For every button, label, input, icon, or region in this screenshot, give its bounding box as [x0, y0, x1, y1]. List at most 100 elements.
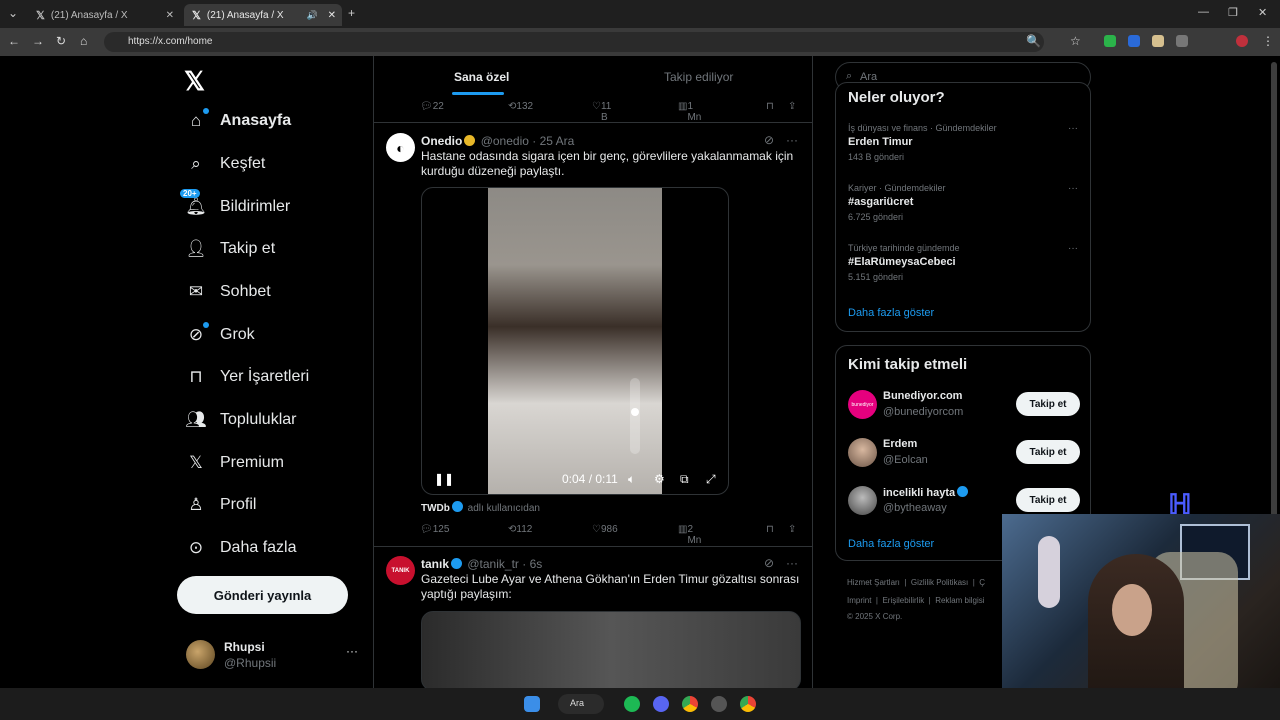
sidebar-item-follow[interactable]: 👤︎ Takip et: [184, 234, 275, 264]
follow-suggestion[interactable]: Erdem @Eolcan Takip et: [848, 436, 1080, 468]
trend-item[interactable]: İş dünyası ve finans · Gündemdekiler Erd…: [848, 123, 1078, 162]
tab-for-you[interactable]: Sana özel: [454, 70, 509, 84]
post-button[interactable]: Gönderi yayınla: [177, 576, 348, 614]
sidebar-item-explore[interactable]: ⌕ Keşfet: [184, 149, 265, 179]
share-icon[interactable]: ⇪: [788, 101, 796, 112]
extension-icon[interactable]: [1128, 35, 1140, 47]
share-icon[interactable]: ⇪: [788, 524, 796, 535]
bookmark-icon[interactable]: ⊓: [766, 101, 774, 112]
chrome-icon[interactable]: [682, 696, 698, 712]
fullscreen-icon[interactable]: ⤢: [706, 472, 716, 487]
ad-info-link[interactable]: Reklam bilgisi: [935, 596, 984, 605]
author-handle[interactable]: @onedio: [481, 134, 529, 148]
volume-icon[interactable]: 🔈︎: [628, 472, 635, 487]
bookmark-star-icon[interactable]: ☆: [1070, 34, 1081, 48]
browser-menu-icon[interactable]: ⋮: [1262, 34, 1274, 48]
show-more-suggestions-link[interactable]: Daha fazla göster: [848, 538, 934, 550]
privacy-link[interactable]: Gizlilik Politikası: [911, 578, 968, 587]
avatar[interactable]: TANIK: [386, 556, 415, 585]
settings-gear-icon[interactable]: ⚙: [654, 472, 665, 486]
zoom-icon[interactable]: 🔍: [1026, 34, 1041, 48]
profile-avatar-icon[interactable]: [1236, 35, 1248, 47]
more-icon[interactable]: ···: [786, 556, 798, 570]
back-icon[interactable]: ←: [8, 34, 20, 48]
more-icon[interactable]: ···: [1068, 183, 1078, 194]
tweet-time[interactable]: 25 Ara: [540, 134, 575, 148]
home-button-icon[interactable]: ⌂: [80, 34, 87, 48]
tweet-image[interactable]: [421, 611, 801, 688]
tab-list-icon[interactable]: ⌄: [8, 6, 18, 20]
grok-icon[interactable]: ⊘: [764, 133, 774, 147]
browser-tab-1[interactable]: 𝕏 (21) Anasayfa / X ✕: [28, 4, 180, 26]
views-button[interactable]: ▥ 2 Mn: [678, 524, 701, 546]
trend-item[interactable]: Kariyer · Gündemdekiler #asgariücret 6.7…: [848, 183, 1078, 222]
tab-following[interactable]: Takip ediliyor: [664, 70, 733, 84]
reply-button[interactable]: 💬︎ 125: [420, 524, 449, 535]
spotify-icon[interactable]: [624, 696, 640, 712]
accessibility-link[interactable]: Erişilebilirlik: [882, 596, 924, 605]
sidebar-item-profile[interactable]: ♙ Profil: [184, 490, 256, 520]
sidebar-item-bookmarks[interactable]: ⊓ Yer İşaretleri: [184, 362, 309, 392]
new-tab-icon[interactable]: +: [348, 6, 355, 20]
follow-suggestion[interactable]: bunediyor Bunediyor.com @bunediyorcom Ta…: [848, 388, 1080, 420]
chrome-icon[interactable]: [740, 696, 756, 712]
grok-icon[interactable]: ⊘: [764, 556, 774, 570]
views-button[interactable]: ▥ 1 Mn: [678, 101, 701, 123]
terms-link[interactable]: Hizmet Şartları: [847, 578, 900, 587]
author-name[interactable]: tanık: [421, 557, 449, 571]
more-icon[interactable]: ···: [1068, 123, 1078, 134]
sidebar-item-grok[interactable]: ⊘ Grok: [184, 320, 255, 350]
minimize-icon[interactable]: —: [1198, 6, 1209, 18]
speaker-icon[interactable]: 🔊: [307, 10, 318, 21]
cookie-link[interactable]: Ç: [979, 578, 985, 587]
close-tab-icon[interactable]: ✕: [166, 10, 174, 21]
maximize-icon[interactable]: ❐: [1228, 6, 1238, 19]
like-button[interactable]: ♡ 986: [592, 524, 618, 535]
repost-button[interactable]: ⟲ 112: [508, 524, 532, 535]
more-icon[interactable]: ···: [1068, 243, 1078, 254]
follow-button[interactable]: Takip et: [1016, 392, 1080, 416]
extensions-puzzle-icon[interactable]: [1176, 35, 1188, 47]
more-icon[interactable]: ···: [346, 644, 358, 658]
x-logo-icon[interactable]: 𝕏: [184, 66, 205, 97]
more-icon[interactable]: ···: [786, 133, 798, 147]
reply-button[interactable]: 💬︎ 22: [420, 101, 444, 112]
reload-icon[interactable]: ↻: [56, 34, 66, 48]
extension-shield-icon[interactable]: [1104, 35, 1116, 47]
show-more-trends-link[interactable]: Daha fazla göster: [848, 307, 934, 319]
author-name[interactable]: Onedio: [421, 134, 462, 148]
avatar[interactable]: ◐: [386, 133, 415, 162]
like-button[interactable]: ♡ 11 B: [592, 101, 611, 123]
account-switcher[interactable]: Rhupsi @Rhupsii ···: [186, 640, 362, 670]
follow-button[interactable]: Takip et: [1016, 440, 1080, 464]
browser-tab-2[interactable]: 𝕏 (21) Anasayfa / X 🔊 ✕: [184, 4, 342, 26]
taskbar-search[interactable]: Ara: [558, 694, 604, 714]
picture-in-picture-icon[interactable]: ⧉: [680, 472, 689, 487]
follow-button[interactable]: Takip et: [1016, 488, 1080, 512]
discord-icon[interactable]: [653, 696, 669, 712]
pause-icon[interactable]: ❚❚: [434, 472, 454, 486]
close-tab-icon[interactable]: ✕: [328, 10, 336, 21]
tweet-time[interactable]: 6s: [530, 557, 543, 571]
sidebar-item-notifications[interactable]: 🔔︎ 20+ Bildirimler: [180, 189, 290, 222]
sidebar-item-more[interactable]: ⊙ Daha fazla: [184, 533, 297, 563]
close-window-icon[interactable]: ✕: [1258, 6, 1267, 19]
bookmark-icon[interactable]: ⊓: [766, 524, 774, 535]
start-menu-icon[interactable]: [524, 696, 540, 712]
imprint-link[interactable]: Imprint: [847, 596, 871, 605]
sidebar-item-home[interactable]: ⌂ Anasayfa: [184, 106, 291, 136]
url-field[interactable]: https://x.com/home: [104, 32, 1044, 52]
sidebar-item-communities[interactable]: 👥︎ Topluluklar: [184, 405, 296, 435]
volume-slider[interactable]: [630, 378, 640, 454]
sidebar-item-premium[interactable]: 𝕏 Premium: [184, 448, 284, 478]
follow-suggestion[interactable]: incelikli hayta @bytheaway Takip et: [848, 484, 1080, 516]
volume-knob[interactable]: [631, 408, 639, 416]
repost-button[interactable]: ⟲ 132: [508, 101, 533, 112]
author-handle[interactable]: @tanik_tr: [467, 557, 519, 571]
obs-icon[interactable]: [711, 696, 727, 712]
forward-icon[interactable]: →: [32, 34, 44, 48]
extension-icon[interactable]: [1152, 35, 1164, 47]
video-player[interactable]: ❚❚ 0:04 / 0:11 🔈︎ ⚙ ⧉ ⤢: [421, 187, 729, 495]
source-user[interactable]: TWDb: [421, 503, 450, 514]
sidebar-item-chat[interactable]: ✉ Sohbet: [184, 277, 271, 307]
